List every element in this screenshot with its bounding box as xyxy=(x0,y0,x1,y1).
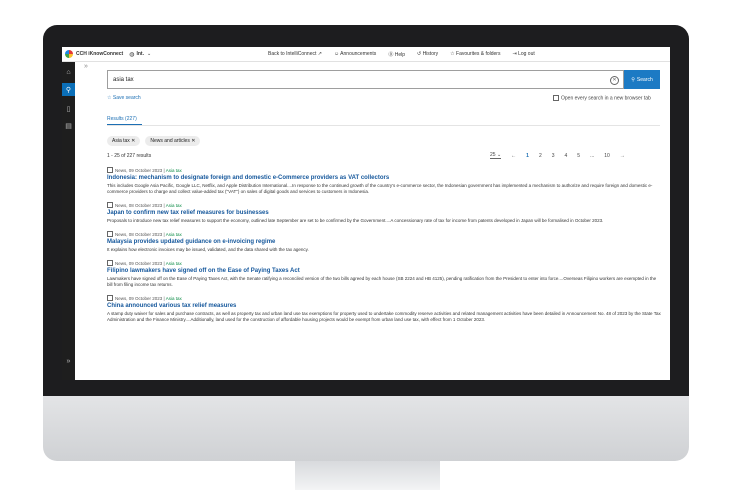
help-link[interactable]: ⓪ Help xyxy=(388,51,405,58)
search-value: asia tax xyxy=(113,76,134,83)
result-snippet: It explains how electronic invoices may … xyxy=(107,247,309,252)
result-checkbox[interactable] xyxy=(107,167,113,173)
logout-link[interactable]: ⇥ Log out xyxy=(512,51,534,57)
per-page-value: 25 xyxy=(490,152,496,158)
screen: CCH iKnowConnect ◍ Int. ⌄ Back to Intell… xyxy=(62,47,670,380)
top-bar: CCH iKnowConnect ◍ Int. ⌄ Back to Intell… xyxy=(62,47,670,62)
list-item: News, 08 October 2023 | Asia tax Japan to… xyxy=(107,202,662,224)
result-checkbox[interactable] xyxy=(107,202,113,208)
next-page-button[interactable]: → xyxy=(620,153,625,159)
search-button-icon: ⚲ xyxy=(631,76,635,83)
monitor-stand xyxy=(295,461,440,490)
result-meta: News, 08 October 2023 | Asia tax xyxy=(107,202,662,208)
monitor-chin xyxy=(43,396,689,461)
result-date: News, 08 October 2023 | xyxy=(115,202,165,208)
brand-name[interactable]: CCH iKnowConnect xyxy=(76,51,123,57)
page-3[interactable]: 3 xyxy=(552,153,555,159)
result-tag[interactable]: Asia tax xyxy=(166,261,182,266)
result-snippet: Lawmakers have signed off on the Ease of… xyxy=(107,276,657,287)
back-to-intelliconnect-link[interactable]: Back to IntelliConnect ↗ xyxy=(268,51,322,57)
list-item: News, 08 October 2023 | Asia tax Malaysia… xyxy=(107,231,662,253)
page-10[interactable]: 10 xyxy=(604,153,610,159)
collapse-panel-icon[interactable]: » xyxy=(84,63,88,70)
tab-divider xyxy=(107,125,660,126)
chevron-down-icon[interactable]: ⌄ xyxy=(147,51,151,57)
per-page-select[interactable]: 25 ⌄ xyxy=(490,152,502,159)
result-date: News, 08 October 2023 | xyxy=(115,231,165,237)
result-checkbox[interactable] xyxy=(107,231,113,237)
home-icon[interactable]: ⌂ xyxy=(62,66,75,79)
new-tab-option[interactable]: Open every search in a new browser tab xyxy=(553,95,651,101)
page-ellipsis: ... xyxy=(590,152,595,159)
top-links: Back to IntelliConnect ↗ ☺ Announcements… xyxy=(268,47,535,61)
results-count: 1 - 25 of 227 results xyxy=(107,153,152,159)
filter-chip-asia-tax[interactable]: Asia tax ✕ xyxy=(107,136,141,146)
result-snippet: A stamp duty waiver for sales and purcha… xyxy=(107,311,661,322)
result-tag[interactable]: Asia tax xyxy=(166,203,182,208)
clear-search-icon[interactable]: ✕ xyxy=(610,76,619,85)
new-tab-label: Open every search in a new browser tab xyxy=(561,95,651,102)
search-button-label: Search xyxy=(636,76,653,83)
results-list: News, 09 October 2023 | Asia tax Indonesi… xyxy=(107,167,662,330)
new-tab-checkbox[interactable] xyxy=(553,95,559,101)
globe-icon: ◍ xyxy=(129,51,135,58)
app-logo-icon[interactable] xyxy=(65,50,73,58)
result-date: News, 09 October 2023 | xyxy=(115,167,165,173)
result-checkbox[interactable] xyxy=(107,295,113,301)
result-tag[interactable]: Asia tax xyxy=(166,168,182,173)
result-title-link[interactable]: Filipino lawmakers have signed off on th… xyxy=(107,268,662,274)
filter-chip-news[interactable]: News and articles ✕ xyxy=(145,136,201,146)
result-title-link[interactable]: Indonesia: mechanism to designate foreig… xyxy=(107,175,662,181)
result-snippet: This includes Google Asia Pacific, Googl… xyxy=(107,183,653,194)
list-item: News, 09 October 2023 | Asia tax China an… xyxy=(107,295,662,323)
page-1[interactable]: 1 xyxy=(526,153,529,159)
book-icon[interactable]: ▯ xyxy=(62,102,75,115)
list-item: News, 09 October 2023 | Asia tax Filipino… xyxy=(107,260,662,288)
favourites-link[interactable]: ☆ Favourites & folders xyxy=(450,51,500,57)
result-meta: News, 09 October 2023 | Asia tax xyxy=(107,260,662,266)
result-snippet: Proposals to introduce new tax relief me… xyxy=(107,218,604,223)
tab-results[interactable]: Results (227) xyxy=(107,116,137,122)
announcements-link[interactable]: ☺ Announcements xyxy=(334,51,376,57)
search-button[interactable]: ⚲ Search xyxy=(624,70,660,89)
expand-sidebar-icon[interactable]: » xyxy=(62,355,75,368)
result-title-link[interactable]: China announced various tax relief measu… xyxy=(107,303,662,309)
language-selector[interactable]: Int. xyxy=(136,51,144,57)
sidebar: ⌂ ⚲ ▯ ▤ » xyxy=(62,62,75,380)
result-date: News, 09 October 2023 | xyxy=(115,260,165,266)
result-meta: News, 09 October 2023 | Asia tax xyxy=(107,167,662,173)
result-title-link[interactable]: Malaysia provides updated guidance on e-… xyxy=(107,239,662,245)
page-4[interactable]: 4 xyxy=(565,153,568,159)
search-icon[interactable]: ⚲ xyxy=(62,83,75,96)
filter-chips: Asia tax ✕ News and articles ✕ xyxy=(107,136,201,146)
result-checkbox[interactable] xyxy=(107,260,113,266)
save-search-link[interactable]: ☆ Save search xyxy=(107,95,141,101)
result-meta: News, 08 October 2023 | Asia tax xyxy=(107,231,662,237)
result-date: News, 09 October 2023 | xyxy=(115,295,165,301)
result-meta: News, 09 October 2023 | Asia tax xyxy=(107,295,662,301)
result-tag[interactable]: Asia tax xyxy=(166,296,182,301)
page-5[interactable]: 5 xyxy=(577,153,580,159)
prev-page-button[interactable]: ← xyxy=(511,153,516,159)
result-tag[interactable]: Asia tax xyxy=(166,232,182,237)
history-link[interactable]: ↺ History xyxy=(417,51,438,57)
search-input[interactable]: asia tax ✕ xyxy=(107,70,624,89)
list-item: News, 09 October 2023 | Asia tax Indonesi… xyxy=(107,167,662,195)
document-icon[interactable]: ▤ xyxy=(62,119,75,132)
pagination: 25 ⌄ ← 1 2 3 4 5 ... 10 → xyxy=(490,152,625,159)
result-title-link[interactable]: Japan to confirm new tax relief measures… xyxy=(107,210,662,216)
page-2[interactable]: 2 xyxy=(539,153,542,159)
